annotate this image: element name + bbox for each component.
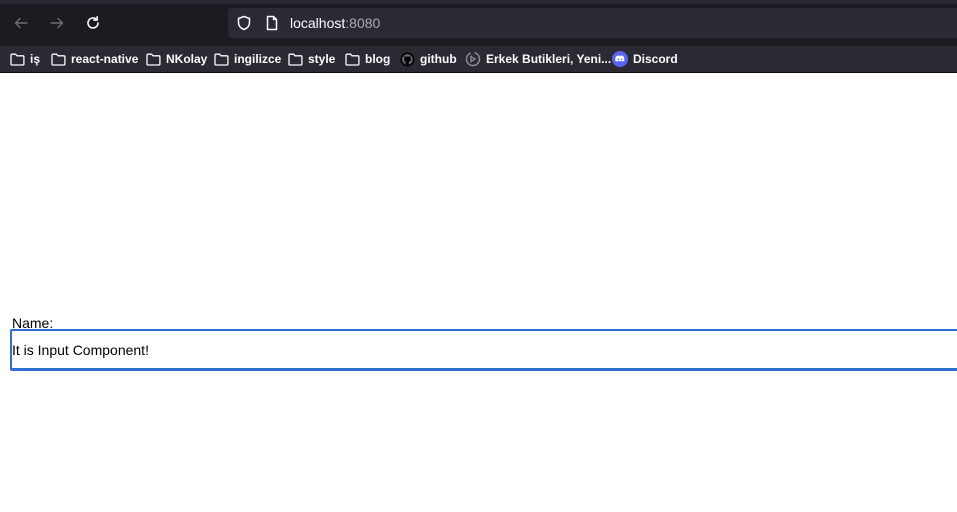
- folder-icon: [345, 53, 360, 66]
- page-icon[interactable]: [264, 15, 280, 31]
- bookmark-github[interactable]: github: [400, 50, 457, 68]
- name-input[interactable]: [10, 329, 957, 371]
- bookmark-label: ingilizce: [234, 52, 282, 66]
- folder-icon: [10, 53, 25, 66]
- url-port: :8080: [345, 15, 381, 31]
- folder-icon: [146, 53, 161, 66]
- bookmark-folder-react-native[interactable]: react-native: [51, 50, 138, 68]
- folder-icon: [51, 53, 66, 66]
- bookmark-label: react-native: [71, 52, 139, 66]
- arrow-left-icon: [14, 17, 28, 29]
- back-button[interactable]: [10, 12, 32, 34]
- folder-icon: [214, 53, 229, 66]
- bookmark-label: Discord: [633, 52, 678, 66]
- shield-icon[interactable]: [236, 15, 252, 31]
- page-content: Name:: [0, 73, 957, 512]
- bookmark-folder-ingilizce[interactable]: ingilizce: [214, 50, 281, 68]
- discord-icon: [612, 51, 628, 67]
- forward-button[interactable]: [46, 12, 68, 34]
- folder-icon: [288, 53, 303, 66]
- bookmark-label: Erkek Butikleri, Yeni...: [486, 52, 612, 66]
- bookmark-erkek-butikleri[interactable]: Erkek Butikleri, Yeni...: [465, 50, 611, 68]
- bookmark-folder-is[interactable]: iş: [10, 50, 40, 68]
- url-text[interactable]: localhost:8080: [290, 15, 380, 31]
- address-bar[interactable]: localhost:8080: [228, 8, 957, 38]
- bookmarks-toolbar: iş react-native NKolay ingilizce style b…: [0, 46, 957, 73]
- bookmark-folder-nkolay[interactable]: NKolay: [146, 50, 207, 68]
- tab-strip-edge: [0, 0, 957, 4]
- reload-button[interactable]: [82, 12, 104, 34]
- bookmark-label: blog: [365, 52, 391, 66]
- bookmark-label: iş: [30, 52, 41, 66]
- reload-icon: [87, 16, 99, 29]
- arrow-right-icon: [50, 17, 64, 29]
- bookmark-folder-blog[interactable]: blog: [345, 50, 390, 68]
- url-host: localhost: [290, 15, 346, 31]
- site-icon: [465, 51, 481, 67]
- bookmark-label: NKolay: [166, 52, 208, 66]
- browser-toolbar: localhost:8080: [0, 0, 957, 46]
- github-icon: [400, 51, 415, 67]
- bookmark-label: style: [308, 52, 336, 66]
- bookmark-label: github: [420, 52, 457, 66]
- bookmark-folder-style[interactable]: style: [288, 50, 335, 68]
- bookmark-discord[interactable]: Discord: [612, 50, 678, 68]
